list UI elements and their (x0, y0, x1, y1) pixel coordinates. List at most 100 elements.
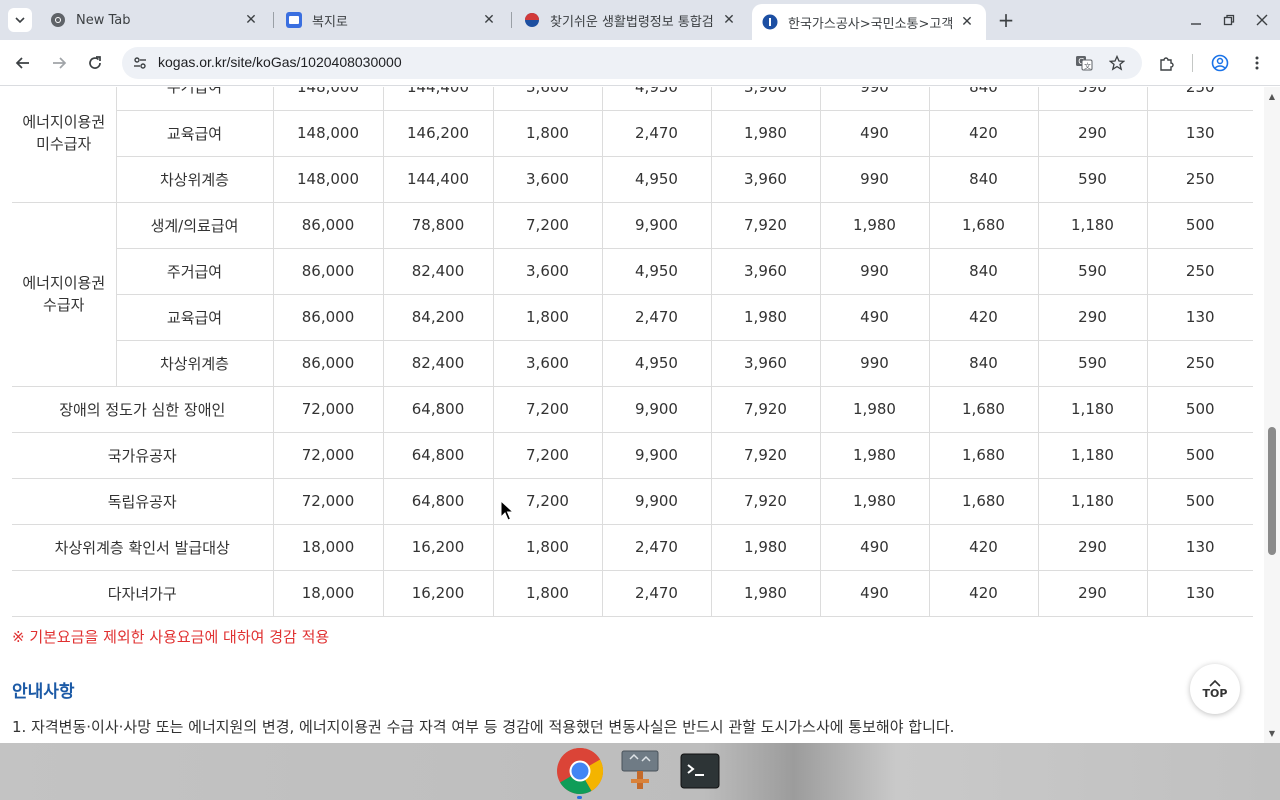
value-cell: 2,470 (601, 570, 711, 617)
value-cell: 290 (1037, 570, 1147, 617)
extensions-button[interactable] (1154, 50, 1180, 76)
value-cell: 1,680 (928, 432, 1038, 479)
value-cell: 130 (1146, 524, 1253, 571)
puzzle-icon (1160, 57, 1174, 71)
back-button[interactable] (10, 50, 36, 76)
value-cell: 64,800 (382, 478, 493, 525)
value-cell: 148,000 (272, 156, 383, 203)
reload-button[interactable] (82, 50, 108, 76)
value-cell: 86,000 (272, 340, 383, 387)
tab-strip: New Tab ✕ 복지로 ✕ 찾기쉬운 생활법령정보 통합검 ✕ 한국가스공사… (0, 0, 1280, 40)
value-cell: 250 (1146, 340, 1253, 387)
group-label-line: 수급자 (43, 296, 85, 314)
group-label-cell: 에너지이용권 미수급자 (12, 87, 116, 203)
value-cell: 2,470 (601, 294, 711, 341)
minimize-icon[interactable] (1186, 10, 1206, 30)
value-cell: 1,980 (710, 570, 820, 617)
terminal-dock-icon[interactable] (675, 746, 725, 796)
close-window-icon[interactable] (1252, 10, 1272, 30)
tab-title: New Tab (76, 12, 131, 28)
value-cell: 7,920 (710, 386, 820, 433)
menu-button[interactable] (1244, 50, 1270, 76)
value-cell: 9,900 (601, 478, 711, 525)
svg-text:文: 文 (1084, 62, 1091, 71)
value-cell: 130 (1146, 294, 1253, 341)
value-cell: 490 (819, 570, 929, 617)
value-cell: 1,180 (1037, 432, 1147, 479)
category-cell: 차상위계층 확인서 발급대상 (12, 524, 273, 571)
value-cell: 840 (928, 340, 1038, 387)
forward-button[interactable] (46, 50, 72, 76)
value-cell: 290 (1037, 524, 1147, 571)
value-cell: 148,000 (272, 87, 383, 111)
page-scrollbar[interactable]: ▲ ▼ (1264, 87, 1280, 743)
value-cell: 250 (1146, 248, 1253, 295)
value-cell: 9,900 (601, 202, 711, 249)
value-cell: 1,980 (819, 202, 929, 249)
value-cell: 1,980 (819, 386, 929, 433)
value-cell: 86,000 (272, 248, 383, 295)
address-bar[interactable]: kogas.or.kr/site/koGas/1020408030000 G文 (122, 47, 1142, 79)
value-cell: 18,000 (272, 570, 383, 617)
value-cell: 590 (1037, 340, 1147, 387)
value-cell: 1,180 (1037, 386, 1147, 433)
restore-icon[interactable] (1219, 10, 1239, 30)
bookmark-star-icon[interactable] (1107, 53, 1127, 73)
value-cell: 500 (1146, 202, 1253, 249)
table-row: 차상위계층 148,000 144,400 3,600 4,950 3,960 990 840… (12, 156, 1253, 203)
url-text[interactable]: kogas.or.kr/site/koGas/1020408030000 (158, 54, 402, 70)
table-row: 국가유공자 72,000 64,800 7,200 9,900 7,920 1,980 1,6… (12, 432, 1253, 479)
tab-bokjiro[interactable]: 복지로 ✕ (276, 6, 508, 34)
value-cell: 4,950 (601, 340, 711, 387)
value-cell: 130 (1146, 110, 1253, 157)
site-info-icon[interactable] (130, 53, 150, 73)
group-label-line: 미수급자 (36, 134, 92, 153)
arrow-left-icon (15, 57, 29, 69)
value-cell: 78,800 (382, 202, 493, 249)
profile-button[interactable] (1207, 50, 1233, 76)
table-row: 다자녀가구 18,000 16,200 1,800 2,470 1,980 490 420 29… (12, 570, 1253, 617)
tab-new-tab[interactable]: New Tab ✕ (40, 6, 270, 34)
sub-category-cell: 차상위계층 (115, 340, 273, 387)
value-cell: 990 (819, 340, 929, 387)
value-cell: 7,200 (492, 202, 602, 249)
scroll-up-arrow-icon[interactable]: ▲ (1267, 91, 1277, 101)
value-cell: 72,000 (272, 432, 383, 479)
chevron-up-icon (1209, 679, 1221, 687)
sub-category-cell: 주거급여 (115, 87, 273, 111)
chrome-dock-icon[interactable] (555, 746, 605, 796)
close-icon[interactable]: ✕ (480, 11, 498, 29)
value-cell: 590 (1037, 248, 1147, 295)
value-cell: 420 (928, 110, 1038, 157)
tab-separator (273, 12, 274, 28)
tab-law-info[interactable]: 찾기쉬운 생활법령정보 통합검 ✕ (514, 6, 748, 34)
new-tab-button[interactable]: + (994, 8, 1018, 32)
tab-title: 찾기쉬운 생활법령정보 통합검 (550, 14, 714, 30)
table-row: 교육급여 148,000 146,200 1,800 2,470 1,980 490 420 2… (12, 110, 1253, 157)
scroll-top-button[interactable]: TOP (1190, 664, 1240, 714)
guide-heading: 안내사항 (12, 682, 75, 702)
value-cell: 1,680 (928, 386, 1038, 433)
close-icon[interactable]: ✕ (242, 11, 260, 29)
value-cell: 18,000 (272, 524, 383, 571)
scroll-down-arrow-icon[interactable]: ▼ (1267, 728, 1277, 738)
reload-icon (89, 56, 101, 69)
value-cell: 990 (819, 87, 929, 111)
sub-category-cell: 생계/의료급여 (115, 202, 273, 249)
value-cell: 9,900 (601, 432, 711, 479)
close-icon[interactable]: ✕ (720, 11, 738, 29)
translate-icon[interactable]: G文 (1074, 53, 1094, 73)
value-cell: 3,960 (710, 340, 820, 387)
value-cell: 1,180 (1037, 478, 1147, 525)
settings-dock-icon[interactable] (615, 746, 665, 796)
scrollbar-thumb[interactable] (1268, 427, 1276, 555)
tab-kogas[interactable]: 한국가스공사>국민소통>고객 ✕ (752, 4, 986, 40)
table-row: 독립유공자 72,000 64,800 7,200 9,900 7,920 1,980 1,6… (12, 478, 1253, 525)
sub-category-cell: 차상위계층 (115, 156, 273, 203)
chrome-icon (50, 12, 66, 28)
close-icon[interactable]: ✕ (958, 13, 976, 31)
value-cell: 7,200 (492, 432, 602, 479)
tab-search-button[interactable] (8, 8, 32, 32)
group-label-cell: 에너지이용권 수급자 (12, 202, 116, 387)
value-cell: 420 (928, 524, 1038, 571)
